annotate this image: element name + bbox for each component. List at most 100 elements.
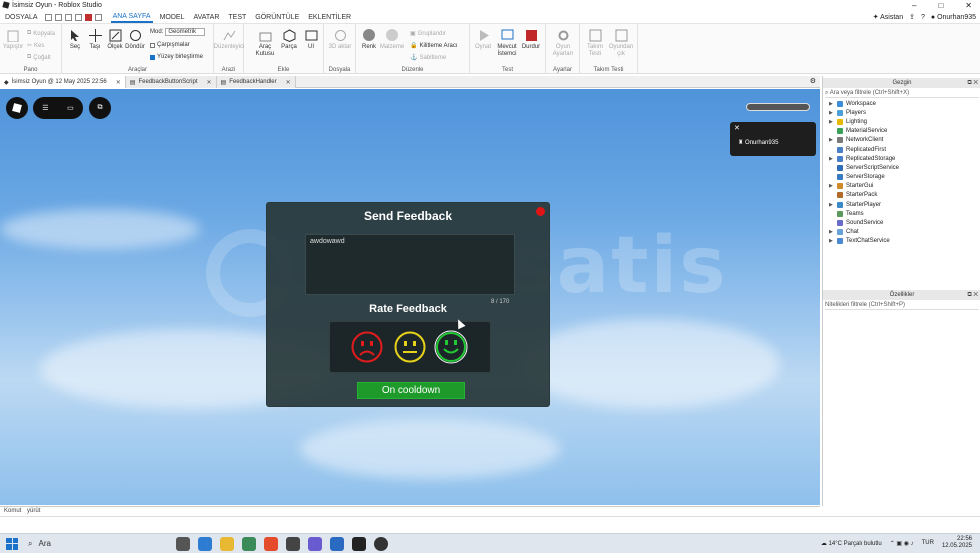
expand-arrow-icon[interactable]: ▶ bbox=[829, 238, 834, 244]
menu-tab-test[interactable]: TEST bbox=[226, 14, 248, 21]
explorer-item[interactable]: StarterPack bbox=[825, 191, 979, 200]
app-icon[interactable] bbox=[242, 537, 256, 551]
app-icon[interactable] bbox=[286, 537, 300, 551]
doc-tab-feedback-handler[interactable]: ▤ FeedbackHandler ✕ bbox=[216, 76, 296, 88]
sad-face-button[interactable] bbox=[350, 330, 384, 364]
paste-button[interactable]: Yapıştır bbox=[0, 28, 26, 51]
terrain-editor-button[interactable]: Düzenleyici bbox=[214, 28, 244, 51]
file-explorer-icon[interactable] bbox=[220, 537, 234, 551]
stop-icon[interactable] bbox=[84, 13, 92, 21]
taskbar-search[interactable]: ⌕ Ara bbox=[28, 539, 128, 549]
expand-arrow-icon[interactable]: ▶ bbox=[829, 156, 834, 162]
group-button[interactable]: ▣ Gruplandır bbox=[410, 30, 446, 38]
backpack-button[interactable]: ⧉ bbox=[89, 97, 111, 119]
store-icon[interactable] bbox=[198, 537, 212, 551]
language-indicator[interactable]: TUR bbox=[922, 540, 934, 546]
play-button[interactable]: Oynat bbox=[470, 28, 496, 51]
explorer-item[interactable]: MaterialService bbox=[825, 127, 979, 136]
share-icon[interactable]: ⇪ bbox=[909, 13, 915, 21]
close-explorer-icon[interactable]: ⧉ ✕ bbox=[967, 78, 978, 88]
weather-widget[interactable]: ☁ 14°C Parçalı bulutlu bbox=[821, 540, 882, 547]
maximize-button[interactable]: □ bbox=[938, 1, 943, 10]
menu-tab-avatar[interactable]: AVATAR bbox=[191, 14, 221, 21]
open-file-icon[interactable] bbox=[54, 13, 62, 21]
expand-arrow-icon[interactable]: ▶ bbox=[829, 119, 834, 125]
explorer-item[interactable]: ▶ StarterPlayer bbox=[825, 200, 979, 209]
happy-face-button[interactable] bbox=[434, 330, 468, 364]
explorer-item[interactable]: ServerStorage bbox=[825, 173, 979, 182]
close-tab-icon[interactable]: ✕ bbox=[207, 79, 212, 86]
anchor-button[interactable]: ⚓ Sabitleme bbox=[410, 54, 446, 62]
explorer-item[interactable]: Teams bbox=[825, 209, 979, 218]
expand-arrow-icon[interactable]: ▶ bbox=[829, 183, 834, 189]
explorer-item[interactable]: ▶ NetworkClient bbox=[825, 136, 979, 145]
command-input[interactable]: yürüt bbox=[27, 508, 40, 514]
exit-game-button[interactable]: Oyundan çık bbox=[608, 28, 634, 58]
explorer-item[interactable]: ▶ ReplicatedStorage bbox=[825, 154, 979, 163]
explorer-item[interactable]: ServerScriptService bbox=[825, 163, 979, 172]
explorer-item[interactable]: ▶ TextChatService bbox=[825, 237, 979, 246]
neutral-face-button[interactable] bbox=[393, 330, 427, 364]
doc-tab-feedback-button-script[interactable]: ▤ FeedbackButtonScript ✕ bbox=[125, 76, 217, 88]
windows-start-icon[interactable] bbox=[6, 537, 18, 550]
close-tab-icon[interactable]: ✕ bbox=[286, 79, 291, 86]
cut-button[interactable]: ✂ Kes bbox=[27, 42, 44, 50]
menu-tab-view[interactable]: GÖRÜNTÜLE bbox=[253, 14, 301, 21]
ui-button[interactable]: UI bbox=[298, 28, 324, 51]
explorer-item[interactable]: ▶ Workspace bbox=[825, 99, 979, 108]
tray-icons[interactable]: ⌃ ▣ ◉ ♪ bbox=[890, 540, 914, 547]
explorer-filter-input[interactable]: ⌕ Ara veya filtrele (Ctrl+Shift+X) bbox=[825, 88, 979, 98]
expand-arrow-icon[interactable]: ▶ bbox=[829, 137, 834, 143]
explorer-item[interactable]: ▶ StarterGui bbox=[825, 182, 979, 191]
copy-button[interactable]: ⧉ Kopyala bbox=[27, 30, 55, 37]
discord-icon[interactable] bbox=[308, 537, 322, 551]
player-name[interactable]: ♜ Onurhan935 bbox=[738, 139, 778, 146]
expand-arrow-icon[interactable]: ▶ bbox=[829, 110, 834, 116]
close-properties-icon[interactable]: ⧉ ✕ bbox=[967, 290, 978, 300]
properties-filter-input[interactable]: Nitelikleri filtrele (Ctrl+Shift+P) bbox=[825, 300, 979, 310]
viewport-settings-icon[interactable]: ⚙ bbox=[806, 76, 820, 87]
roblox-menu-button[interactable] bbox=[6, 97, 28, 119]
help-icon[interactable]: ? bbox=[921, 14, 925, 21]
explorer-item[interactable]: ▶ Lighting bbox=[825, 117, 979, 126]
duplicate-button[interactable]: ⧉ Çoğalt bbox=[27, 54, 51, 61]
close-tab-icon[interactable]: ✕ bbox=[116, 79, 121, 86]
roblox-studio-taskbar-icon[interactable] bbox=[352, 537, 366, 551]
feedback-input[interactable]: awdowawd bbox=[305, 234, 515, 295]
save-icon[interactable] bbox=[64, 13, 72, 21]
current-client-button[interactable]: Mevcut İstemci bbox=[494, 28, 520, 58]
expand-arrow-icon[interactable]: ▶ bbox=[829, 101, 834, 107]
menu-tab-home[interactable]: ANA SAYFA bbox=[110, 11, 153, 23]
material-button[interactable]: Malzeme bbox=[379, 28, 405, 51]
menu-tab-file[interactable]: DOSYALA bbox=[3, 14, 40, 21]
import3d-button[interactable]: 3D aktar bbox=[327, 28, 353, 51]
lock-tool-button[interactable]: 🔒 Kilitleme Aracı bbox=[410, 42, 458, 50]
minimize-button[interactable]: – bbox=[912, 1, 916, 10]
collisions-checkbox[interactable]: Çarpışmalar bbox=[150, 42, 190, 48]
close-player-list-icon[interactable]: ✕ bbox=[734, 124, 740, 132]
task-view-icon[interactable] bbox=[176, 537, 190, 551]
explorer-item[interactable]: ReplicatedFirst bbox=[825, 145, 979, 154]
user-account[interactable]: ● Onurhan935 bbox=[931, 14, 976, 21]
menu-tab-plugins[interactable]: EKLENTİLER bbox=[306, 14, 353, 21]
explorer-item[interactable]: ▶ Players bbox=[825, 108, 979, 117]
undo-icon[interactable] bbox=[94, 13, 102, 21]
doc-tab-game[interactable]: ◆ İsimsiz Oyun @ 12 May 2025 22:56 ✕ bbox=[0, 76, 126, 88]
explorer-item[interactable]: ▶ Chat bbox=[825, 228, 979, 237]
app-icon[interactable] bbox=[330, 537, 344, 551]
cooldown-button[interactable]: On cooldown bbox=[357, 382, 465, 399]
stop-button[interactable]: Durdur bbox=[518, 28, 544, 51]
expand-arrow-icon[interactable]: ▶ bbox=[829, 229, 834, 235]
menu-tab-model[interactable]: MODEL bbox=[158, 14, 187, 21]
close-window-button[interactable]: ✕ bbox=[965, 1, 972, 10]
mode-selector[interactable]: Mod: Geometrik bbox=[150, 28, 206, 36]
mode-dropdown[interactable]: Geometrik bbox=[165, 28, 206, 36]
chat-icon[interactable]: ▭ bbox=[67, 104, 74, 112]
join-surfaces-checkbox[interactable]: Yüzey birleştirme bbox=[150, 54, 203, 60]
new-file-icon[interactable] bbox=[44, 13, 52, 21]
app-icon[interactable] bbox=[374, 537, 388, 551]
expand-arrow-icon[interactable]: ▶ bbox=[829, 202, 834, 208]
chrome-icon[interactable] bbox=[264, 537, 278, 551]
team-test-button[interactable]: Takım Testi bbox=[582, 28, 608, 58]
assistant-button[interactable]: ✦ Asistan bbox=[873, 13, 903, 21]
